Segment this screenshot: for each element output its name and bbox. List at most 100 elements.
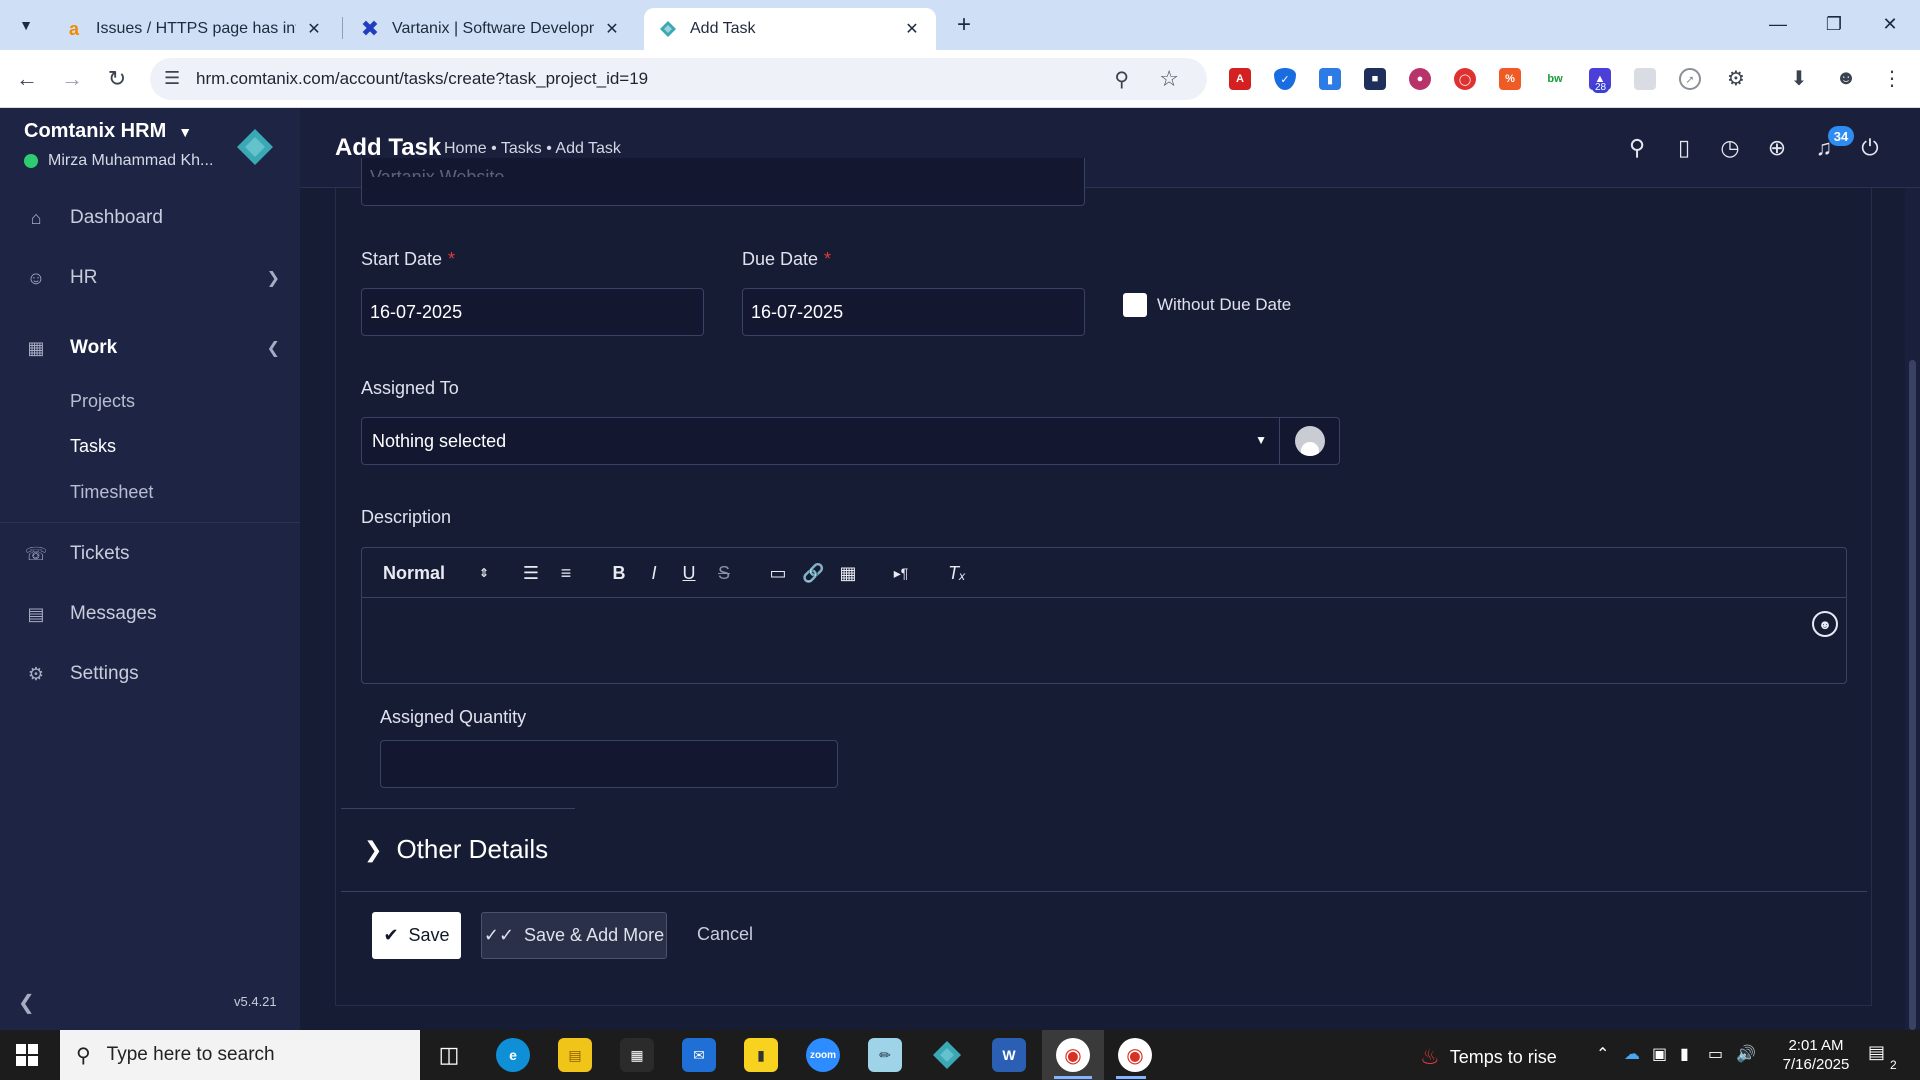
bw-extension-icon[interactable]: bw xyxy=(1544,68,1566,90)
nav-messages[interactable]: ▤ Messages xyxy=(0,590,300,638)
puzzle-extensions-icon[interactable]: ⚙ xyxy=(1722,64,1750,92)
taskbar-clock[interactable]: 2:01 AM 7/16/2025 xyxy=(1776,1036,1856,1074)
cancel-button[interactable]: Cancel xyxy=(697,924,753,945)
underline-icon[interactable]: U xyxy=(678,560,700,586)
meet-now-icon[interactable]: ▣ xyxy=(1652,1044,1667,1064)
new-tab-plus-icon[interactable]: + xyxy=(948,10,980,40)
notes-app-icon[interactable]: ✏ xyxy=(868,1038,902,1072)
due-date-label: Due Date * xyxy=(742,249,832,269)
add-circle-icon[interactable]: ⊕ xyxy=(1763,134,1791,162)
chrome-icon[interactable]: ◉ xyxy=(1056,1038,1090,1072)
ordered-list-icon[interactable]: ☰ xyxy=(520,560,542,586)
word-icon[interactable]: W xyxy=(992,1038,1026,1072)
pokeball-extension-icon[interactable]: ◯ xyxy=(1454,68,1476,90)
close-tab-icon[interactable]: ✕ xyxy=(304,19,324,39)
nav-hr[interactable]: ☺ HR ❯ xyxy=(0,254,300,302)
sub-nav-timesheet[interactable]: Timesheet xyxy=(70,482,153,503)
restore-icon[interactable]: ❐ xyxy=(1806,0,1862,48)
clock-icon[interactable]: ◷ xyxy=(1716,134,1744,162)
user-row[interactable]: Mirza Muhammad Kh... xyxy=(24,152,213,170)
percent-extension-icon[interactable]: % xyxy=(1499,68,1521,90)
save-add-more-button[interactable]: ✓✓ Save & Add More xyxy=(481,912,667,959)
bookmark-star-icon[interactable]: ☆ xyxy=(1159,66,1179,92)
password-key-icon[interactable]: ⚲ xyxy=(1114,67,1129,92)
profile-icon[interactable]: ☻ xyxy=(1832,64,1860,92)
table-icon[interactable]: ▦ xyxy=(837,560,859,586)
power-icon[interactable]: ⏻ xyxy=(1856,134,1884,162)
rtl-direction-icon[interactable]: ▸¶ xyxy=(890,560,912,586)
zoom-icon[interactable]: zoom xyxy=(806,1038,840,1072)
blank-extension-icon[interactable] xyxy=(1634,68,1656,90)
nav-work[interactable]: ▦ Work ❮ xyxy=(0,324,300,372)
battery-icon[interactable]: ▮ xyxy=(1680,1044,1689,1064)
assigned-quantity-input[interactable] xyxy=(380,740,838,788)
nav-settings[interactable]: ⚙ Settings xyxy=(0,650,300,698)
chevron-up-icon[interactable]: ⌃ xyxy=(1596,1044,1609,1064)
compass-extension-icon[interactable]: ➚ xyxy=(1679,68,1701,90)
sub-nav-projects[interactable]: Projects xyxy=(70,391,135,412)
nav-tickets[interactable]: ☏ Tickets xyxy=(0,530,300,578)
tab-issues[interactable]: a Issues / HTTPS page has interne ✕ xyxy=(50,8,338,50)
edge-browser-icon[interactable]: e xyxy=(496,1038,530,1072)
brand-switcher[interactable]: Comtanix HRM ▼ xyxy=(24,120,192,143)
more-menu-icon[interactable]: ⋮ xyxy=(1878,64,1906,92)
link-icon[interactable]: 🔗 xyxy=(802,560,824,586)
pdf-extension-icon[interactable]: A xyxy=(1229,68,1251,90)
nav-dashboard[interactable]: ⌂ Dashboard xyxy=(0,194,300,242)
onedrive-icon[interactable]: ☁ xyxy=(1624,1044,1640,1064)
italic-icon[interactable]: I xyxy=(643,560,665,586)
windows-start-icon[interactable] xyxy=(16,1044,38,1066)
close-window-icon[interactable]: ✕ xyxy=(1862,0,1918,48)
tab-vartanix[interactable]: ✖ Vartanix | Software Developmen ✕ xyxy=(346,8,636,50)
sticky-note-icon[interactable]: ▯ xyxy=(1670,134,1698,162)
project-select[interactable]: Vartanix Website xyxy=(361,158,1085,206)
forward-arrow-icon[interactable]: → xyxy=(55,62,89,96)
clear-format-icon[interactable]: Tₓ xyxy=(946,560,968,586)
address-url[interactable]: hrm.comtanix.com/account/tasks/create?ta… xyxy=(196,69,648,89)
sticky-notes-icon[interactable]: ▮ xyxy=(744,1038,778,1072)
volume-icon[interactable]: 🔊 xyxy=(1736,1044,1756,1064)
emoji-icon[interactable]: ☻ xyxy=(1812,611,1838,637)
taskbar-search[interactable]: ⚲ Type here to search xyxy=(60,1030,420,1080)
without-due-date-label[interactable]: Without Due Date xyxy=(1157,295,1291,315)
folder-extension-icon[interactable]: ■ xyxy=(1364,68,1386,90)
minimize-icon[interactable]: — xyxy=(1750,0,1806,48)
tab-add-task[interactable]: Add Task ✕ xyxy=(644,8,936,50)
address-bar[interactable]: ☰ hrm.comtanix.com/account/tasks/create?… xyxy=(150,58,1207,100)
task-view-icon[interactable]: ◫ xyxy=(432,1038,466,1072)
page-scrollbar-thumb[interactable] xyxy=(1909,360,1916,1030)
comtanix-app-icon[interactable] xyxy=(930,1038,964,1072)
bullet-list-icon[interactable]: ≡ xyxy=(555,560,577,586)
search-icon[interactable]: ⚲ xyxy=(1623,134,1651,162)
reload-icon[interactable]: ↻ xyxy=(100,62,134,96)
chrome-profile-icon[interactable]: ◉ xyxy=(1118,1038,1152,1072)
tab-search-chevron-icon[interactable]: ▼ xyxy=(10,10,42,40)
without-due-date-checkbox[interactable] xyxy=(1123,293,1147,317)
save-button[interactable]: ✔ Save xyxy=(372,912,461,959)
download-icon[interactable]: ⬇ xyxy=(1785,64,1813,92)
document-extension-icon[interactable]: ▮ xyxy=(1319,68,1341,90)
strikethrough-icon[interactable]: S xyxy=(713,560,735,586)
collapse-sidebar-chevron-icon[interactable]: ❮ xyxy=(18,990,35,1015)
other-details-toggle[interactable]: ❯ Other Details xyxy=(364,834,548,865)
file-explorer-icon[interactable]: ▤ xyxy=(558,1038,592,1072)
action-center-icon[interactable]: ▤ xyxy=(1868,1042,1885,1063)
format-select[interactable]: Normal ⇕ xyxy=(383,560,489,586)
weather-widget[interactable]: ♨ Temps to rise xyxy=(1420,1044,1557,1070)
close-tab-icon[interactable]: ✕ xyxy=(902,19,922,39)
start-date-input[interactable]: 16-07-2025 xyxy=(361,288,704,336)
assigned-to-select[interactable]: Nothing selected ▼ xyxy=(361,417,1280,465)
shield-extension-icon[interactable]: ✓ xyxy=(1274,68,1296,90)
assignee-avatar-button[interactable] xyxy=(1280,417,1340,465)
circle-extension-icon[interactable]: ● xyxy=(1409,68,1431,90)
bold-icon[interactable]: B xyxy=(608,560,630,586)
sub-nav-tasks[interactable]: Tasks xyxy=(70,436,116,457)
site-settings-icon[interactable]: ☰ xyxy=(164,68,180,89)
image-icon[interactable]: ▭ xyxy=(767,560,789,586)
due-date-input[interactable]: 16-07-2025 xyxy=(742,288,1085,336)
back-arrow-icon[interactable]: ← xyxy=(10,62,44,96)
close-tab-icon[interactable]: ✕ xyxy=(602,19,622,39)
network-icon[interactable]: ▭ xyxy=(1708,1044,1723,1064)
microsoft-store-icon[interactable]: ▦ xyxy=(620,1038,654,1072)
mail-icon[interactable]: ✉ xyxy=(682,1038,716,1072)
